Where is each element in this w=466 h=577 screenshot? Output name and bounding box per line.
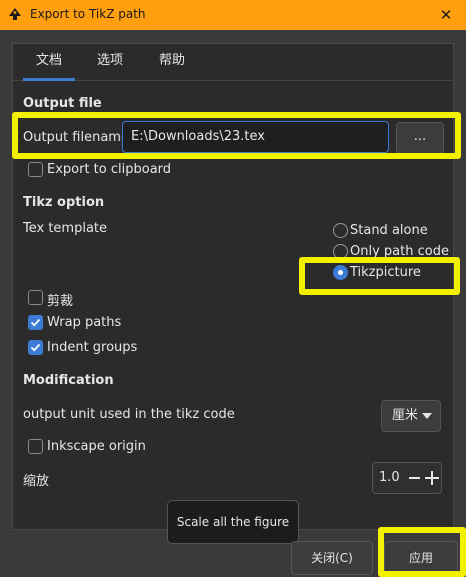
plus-icon[interactable] [425, 471, 439, 485]
checkmark-icon [30, 343, 41, 352]
output-file-heading: Output file [23, 96, 102, 111]
chevron-down-icon [422, 413, 432, 419]
export-clipboard-label: Export to clipboard [47, 162, 172, 177]
scale-label: 缩放 [23, 474, 50, 489]
export-clipboard-checkbox[interactable] [28, 162, 43, 177]
scale-spinbox[interactable]: 1.0 [372, 462, 442, 494]
indent-groups-label: Indent groups [47, 340, 138, 355]
modification-heading: Modification [23, 373, 114, 388]
tab-document[interactable]: 文档 [23, 44, 75, 81]
highlight-filename-row [12, 112, 461, 159]
clip-label: 剪裁 [47, 294, 74, 309]
inkscape-origin-checkbox[interactable] [28, 439, 43, 454]
scale-tooltip: Scale all the figure [167, 500, 299, 544]
window-title: Export to TikZ path [30, 7, 146, 21]
close-icon[interactable]: ✕ [426, 0, 466, 30]
tab-options[interactable]: 选项 [87, 44, 133, 80]
clip-checkbox[interactable] [28, 290, 43, 305]
tex-template-label: Tex template [23, 221, 108, 236]
highlight-tikzpicture [299, 257, 460, 295]
tikz-option-heading: Tikz option [23, 195, 105, 210]
inkscape-icon [9, 8, 21, 20]
unit-dropdown-value: 厘米 [392, 408, 419, 423]
highlight-apply [378, 527, 466, 577]
radio-stand-alone[interactable] [333, 223, 348, 238]
wrap-paths-checkbox[interactable] [28, 315, 43, 330]
radio-stand-alone-label: Stand alone [350, 223, 428, 238]
output-unit-label: output unit used in the tikz code [23, 407, 235, 422]
tab-bar: 文档 选项 帮助 [13, 44, 453, 81]
indent-groups-checkbox[interactable] [28, 340, 43, 355]
minus-icon[interactable] [409, 477, 420, 479]
scale-value: 1.0 [379, 470, 400, 485]
wrap-paths-label: Wrap paths [47, 315, 122, 330]
unit-dropdown[interactable]: 厘米 [381, 400, 441, 432]
close-button[interactable]: 关闭(C) [291, 541, 373, 575]
tab-help[interactable]: 帮助 [149, 44, 195, 80]
title-bar: Export to TikZ path ✕ [0, 0, 466, 30]
inkscape-origin-label: Inkscape origin [47, 439, 146, 454]
checkmark-icon [30, 318, 41, 327]
